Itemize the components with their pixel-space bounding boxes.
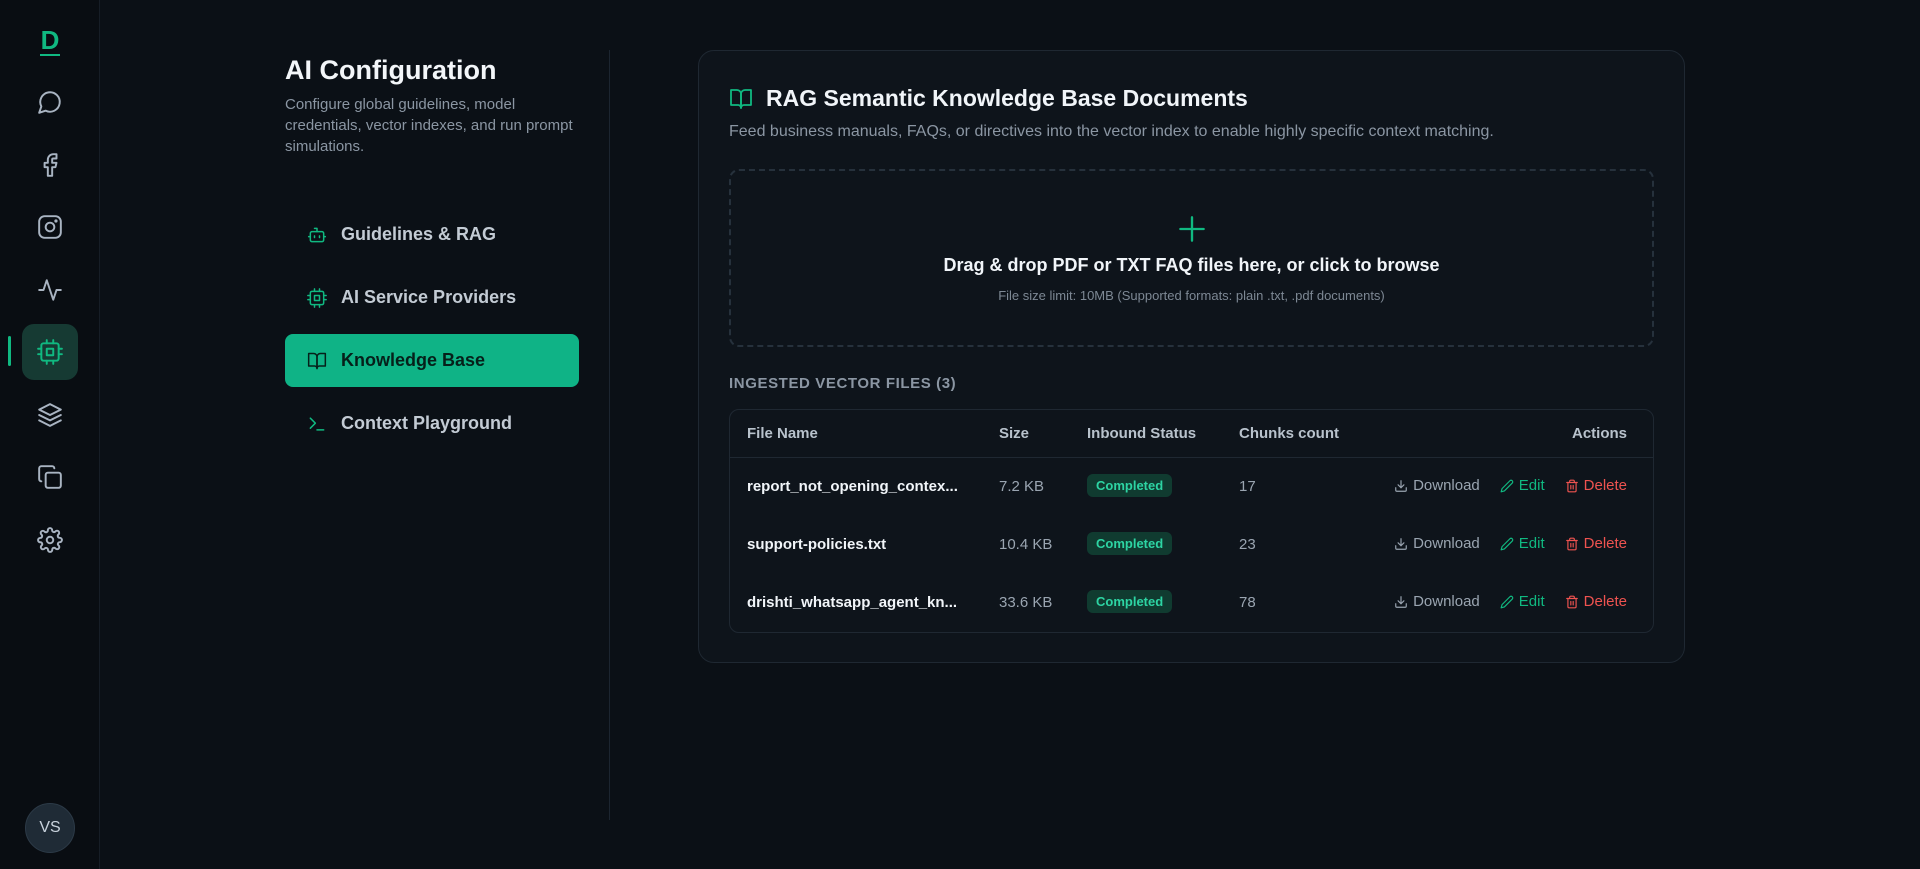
delete-label: Delete (1583, 535, 1627, 552)
status-badge: Completed (1087, 532, 1173, 555)
delete-button[interactable]: Delete (1565, 477, 1627, 494)
table-header: File Name Size Inbound Status Chunks cou… (730, 410, 1653, 458)
edit-button[interactable]: Edit (1500, 593, 1545, 610)
header-actions: Actions (1571, 425, 1627, 442)
file-name: drishti_whatsapp_agent_kn... (747, 594, 958, 611)
header-file-name: File Name (747, 425, 818, 442)
edit-label: Edit (1518, 535, 1545, 552)
chunk-count: 23 (1239, 536, 1256, 553)
knowledge-base-card: RAG Semantic Knowledge Base Documents Fe… (698, 50, 1685, 663)
chunk-count: 78 (1239, 594, 1256, 611)
copy-nav[interactable] (22, 449, 78, 505)
edit-button[interactable]: Edit (1500, 535, 1545, 552)
delete-button[interactable]: Delete (1565, 535, 1627, 552)
book-open-icon (307, 352, 327, 369)
status-badge: Completed (1087, 590, 1173, 613)
config-nav: Guidelines & RAG AI Service Providers Kn… (285, 208, 579, 460)
header-chunks: Chunks count (1239, 425, 1339, 442)
page-title: AI Configuration (285, 55, 497, 85)
download-button[interactable]: Download (1394, 477, 1480, 494)
files-table: File Name Size Inbound Status Chunks cou… (729, 409, 1654, 633)
chat-bubble-icon (38, 91, 61, 114)
table-row: report_not_opening_contex... 7.2 KB Comp… (730, 458, 1653, 516)
facebook-icon (43, 153, 58, 177)
nav-context-playground[interactable]: Context Playground (285, 397, 579, 450)
nav-label: AI Service Providers (341, 287, 517, 307)
row-actions: Download Edit Delete (1394, 477, 1627, 494)
file-dropzone[interactable]: Drag & drop PDF or TXT FAQ files here, o… (729, 169, 1654, 347)
facebook-nav[interactable] (22, 137, 78, 193)
download-button[interactable]: Download (1394, 593, 1480, 610)
page-description: Configure global guidelines, model crede… (285, 96, 573, 155)
nav-label: Guidelines & RAG (341, 224, 497, 244)
pencil-icon (1500, 595, 1514, 608)
app-logo[interactable]: D (36, 26, 64, 56)
file-size: 10.4 KB (999, 536, 1053, 553)
card-title: RAG Semantic Knowledge Base Documents (766, 85, 1248, 111)
download-icon (1395, 537, 1407, 550)
dropzone-title: Drag & drop PDF or TXT FAQ files here, o… (943, 255, 1440, 275)
gear-icon (37, 527, 63, 553)
book-open-icon (730, 88, 752, 109)
trash-icon (1565, 479, 1578, 492)
dropzone-subtitle: File size limit: 10MB (Supported formats… (998, 288, 1385, 303)
plus-icon (1178, 216, 1205, 242)
config-panel: AI Configuration Configure global guidel… (285, 52, 585, 433)
terminal-icon (309, 416, 325, 431)
trash-icon (1565, 595, 1578, 608)
settings-nav[interactable] (22, 512, 78, 568)
delete-button[interactable]: Delete (1565, 593, 1627, 610)
instagram-nav[interactable] (22, 199, 78, 255)
ai-config-nav[interactable] (22, 324, 78, 380)
user-avatar[interactable]: VS (25, 803, 75, 853)
chunk-count: 17 (1239, 478, 1256, 495)
delete-label: Delete (1583, 593, 1627, 610)
table-row: drishti_whatsapp_agent_kn... 33.6 KB Com… (730, 574, 1653, 632)
header-size: Size (999, 425, 1030, 442)
card-subtitle: Feed business manuals, FAQs, or directiv… (729, 123, 1494, 140)
trash-icon (1565, 537, 1578, 550)
download-label: Download (1413, 535, 1480, 552)
cpu-icon (37, 339, 63, 365)
table-row: support-policies.txt 10.4 KB Completed 2… (730, 516, 1653, 574)
row-actions: Download Edit Delete (1394, 593, 1627, 610)
layers-icon (38, 403, 62, 427)
nav-label: Knowledge Base (341, 350, 486, 370)
file-size: 33.6 KB (999, 594, 1053, 611)
cpu-icon (307, 287, 327, 308)
nav-label: Context Playground (341, 413, 513, 433)
file-size: 7.2 KB (999, 478, 1045, 495)
file-name: report_not_opening_contex... (747, 478, 958, 495)
status-badge: Completed (1087, 474, 1173, 497)
bot-icon (307, 227, 327, 242)
nav-guidelines-rag[interactable]: Guidelines & RAG (285, 208, 579, 261)
activity-nav[interactable] (22, 262, 78, 318)
nav-knowledge-base[interactable]: Knowledge Base (285, 334, 579, 387)
row-actions: Download Edit Delete (1394, 535, 1627, 552)
file-name: support-policies.txt (747, 536, 887, 553)
edit-label: Edit (1518, 477, 1545, 494)
download-button[interactable]: Download (1394, 535, 1480, 552)
app-rail: D VS (0, 0, 100, 869)
column-divider (609, 50, 610, 820)
edit-button[interactable]: Edit (1500, 477, 1545, 494)
download-label: Download (1413, 593, 1480, 610)
pencil-icon (1500, 479, 1514, 492)
download-icon (1395, 479, 1407, 492)
activity-icon (38, 279, 62, 301)
active-rail-indicator (8, 336, 11, 366)
chat-nav[interactable] (22, 74, 78, 130)
copy-icon (38, 465, 62, 489)
instagram-icon (38, 215, 62, 239)
delete-label: Delete (1583, 477, 1627, 494)
download-label: Download (1413, 477, 1480, 494)
layers-nav[interactable] (22, 387, 78, 443)
download-icon (1395, 595, 1407, 608)
card-header: RAG Semantic Knowledge Base Documents (729, 85, 1248, 112)
header-status: Inbound Status (1087, 425, 1197, 442)
ingested-files-label: INGESTED VECTOR FILES (3) (729, 375, 957, 392)
pencil-icon (1500, 537, 1514, 550)
nav-ai-service-providers[interactable]: AI Service Providers (285, 271, 579, 324)
edit-label: Edit (1518, 593, 1545, 610)
